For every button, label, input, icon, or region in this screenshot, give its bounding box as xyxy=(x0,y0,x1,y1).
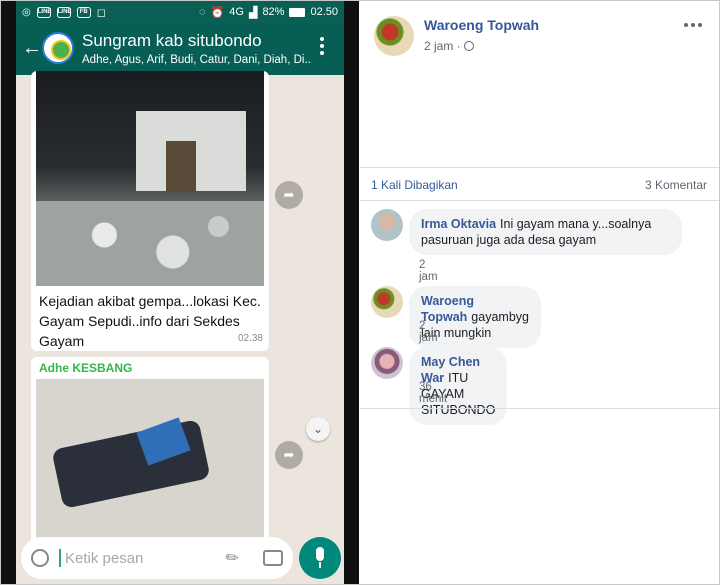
message-sender: Adhe KESBANG xyxy=(39,361,133,375)
commenter-avatar[interactable] xyxy=(371,347,403,379)
image-message[interactable]: Kejadian akibat gempa...lokasi Kec. Gaya… xyxy=(31,71,269,351)
comment-count[interactable]: 3 Komentar xyxy=(645,178,707,192)
camera-icon[interactable] xyxy=(263,550,283,566)
person xyxy=(51,419,211,509)
line-app-icon: LINE xyxy=(56,6,71,18)
commenter-avatar[interactable] xyxy=(371,209,403,241)
emoji-icon[interactable] xyxy=(31,549,49,567)
commenter-avatar[interactable] xyxy=(371,286,403,318)
divider xyxy=(360,408,719,409)
battery-icon xyxy=(289,7,306,17)
signal-icon: ▟ xyxy=(248,6,258,19)
text-cursor xyxy=(59,549,61,567)
post-time[interactable]: 2 jam · xyxy=(424,39,474,53)
back-arrow-icon[interactable]: ← xyxy=(22,37,42,60)
nfc-icon: ◌ xyxy=(199,6,206,18)
chat-area[interactable]: Kejadian akibat gempa...lokasi Kec. Gaya… xyxy=(16,71,344,557)
victim-photo[interactable] xyxy=(36,379,264,554)
line-app-icon: LINE xyxy=(36,6,51,18)
comment-bubble: Irma Oktavia Ini gayam mana y...soalnya p… xyxy=(409,209,682,255)
message-time: 02.38 xyxy=(237,333,263,344)
instagram-icon: ◻ xyxy=(96,6,106,19)
comment-author[interactable]: Irma Oktavia xyxy=(421,217,496,231)
share-count[interactable]: 1 Kali Dibagikan xyxy=(371,178,458,192)
whatsapp-phone: ◎ LINE LINE FB ◻ ◌ ⏰ 4G ▟ 82% 02.50 ← Su… xyxy=(1,1,359,584)
battery-percent: 82% xyxy=(262,6,285,18)
message-input-bar[interactable]: Ketik pesan ✎ xyxy=(21,537,293,579)
voicemail-icon: ◎ xyxy=(22,6,31,18)
post-time-text: 2 jam · xyxy=(424,39,461,53)
comment-time[interactable]: 36 menit xyxy=(419,381,447,405)
chat-header: ← Sungram kab situbondo Adhe, Agus, Arif… xyxy=(16,23,344,75)
more-options-icon[interactable] xyxy=(320,37,326,58)
message-caption: Kejadian akibat gempa...lokasi Kec. Gaya… xyxy=(39,293,261,349)
clock: 02.50 xyxy=(310,6,338,18)
alarm-icon: ⏰ xyxy=(210,6,225,19)
scroll-down-icon[interactable]: ⌄ xyxy=(306,417,330,441)
earthquake-photo[interactable] xyxy=(36,71,264,286)
door xyxy=(166,141,196,191)
author-avatar[interactable] xyxy=(374,16,414,56)
network-type: 4G xyxy=(229,6,244,18)
globe-icon xyxy=(463,41,474,51)
message-input[interactable]: Ketik pesan xyxy=(65,550,143,567)
voice-message-button[interactable] xyxy=(299,537,341,579)
rubble xyxy=(36,201,264,286)
divider xyxy=(360,200,719,201)
whatsapp-screen: ◎ LINE LINE FB ◻ ◌ ⏰ 4G ▟ 82% 02.50 ← Su… xyxy=(16,1,344,584)
comment-time[interactable]: 2 jam xyxy=(419,259,438,283)
status-right: ◌ ⏰ 4G ▟ 82% 02.50 xyxy=(199,6,338,19)
group-members[interactable]: Adhe, Agus, Arif, Budi, Catur, Dani, Dia… xyxy=(82,54,312,66)
facebook-app-icon: FB xyxy=(76,6,91,18)
post-options-icon[interactable] xyxy=(684,23,702,27)
comment-time[interactable]: 2 jam xyxy=(419,320,438,344)
attachment-icon[interactable]: ✎ xyxy=(221,546,244,570)
facebook-post: Waroeng Topwah 2 jam · 1 Kali Dibagikan … xyxy=(360,1,719,584)
group-avatar[interactable] xyxy=(42,32,74,64)
forward-icon[interactable]: ➦ xyxy=(275,441,303,469)
image-message[interactable]: Adhe KESBANG xyxy=(31,357,269,557)
divider xyxy=(360,167,719,168)
forward-icon[interactable]: ➦ xyxy=(275,181,303,209)
group-title[interactable]: Sungram kab situbondo xyxy=(82,31,262,51)
post-author[interactable]: Waroeng Topwah xyxy=(424,17,539,33)
status-bar: ◎ LINE LINE FB ◻ ◌ ⏰ 4G ▟ 82% 02.50 xyxy=(16,1,344,23)
